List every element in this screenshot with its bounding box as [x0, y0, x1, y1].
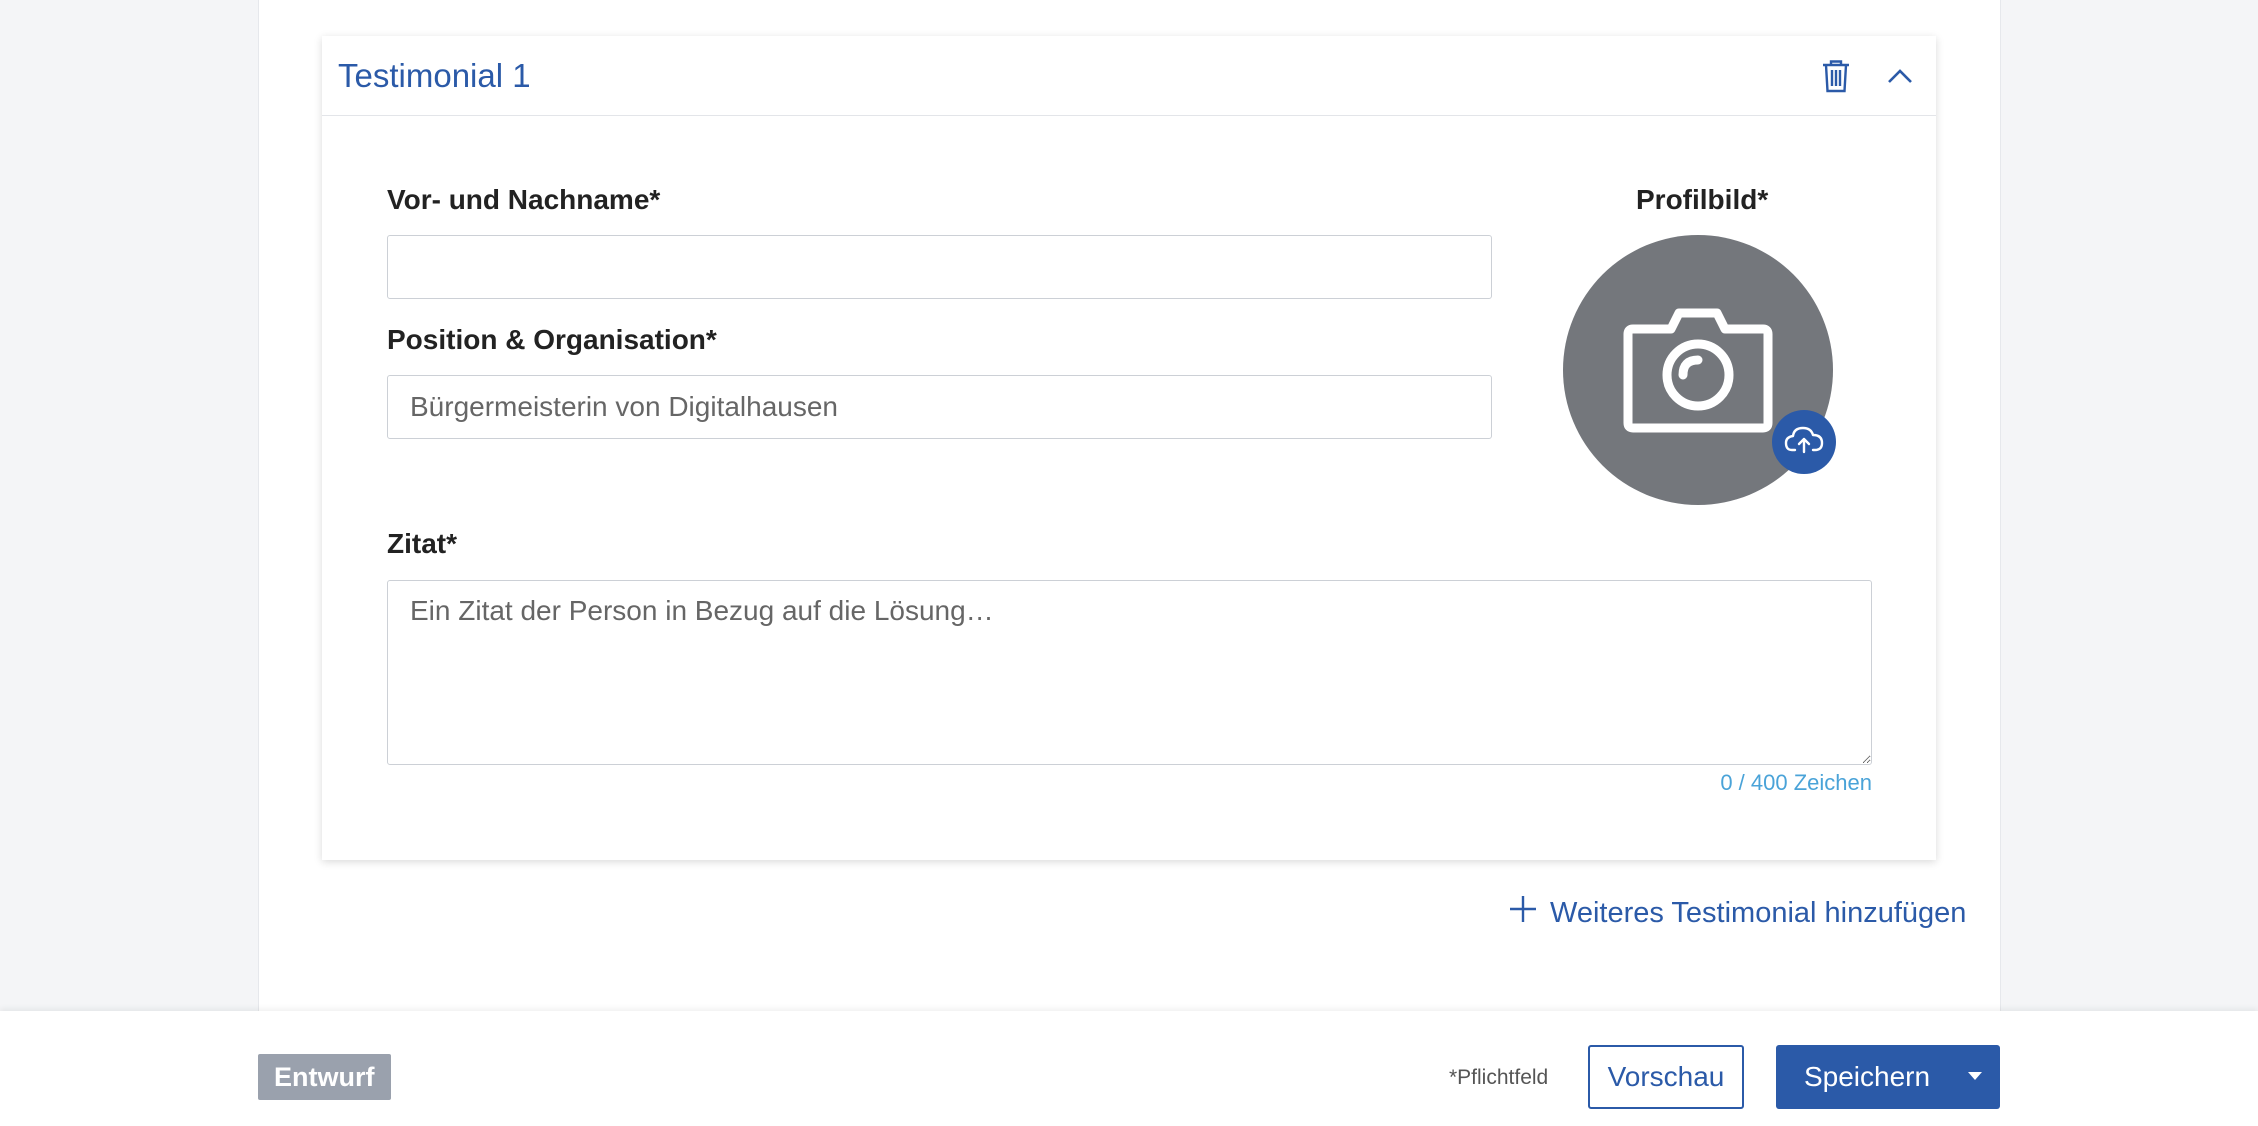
testimonial-card: Testimonial 1 Vor- und Nachname* Positio…: [322, 36, 1936, 860]
profile-picture-label: Profilbild*: [1636, 184, 1769, 215]
add-testimonial-label: Weiteres Testimonial hinzufügen: [1550, 896, 1967, 929]
status-badge: Entwurf: [258, 1054, 391, 1100]
save-options-dropdown[interactable]: [1950, 1045, 2000, 1109]
preview-button[interactable]: Vorschau: [1588, 1045, 1744, 1109]
character-counter: 0 / 400 Zeichen: [1720, 770, 1872, 795]
cloud-upload-icon: [1784, 425, 1824, 460]
testimonial-card-header[interactable]: Testimonial 1: [322, 36, 1936, 116]
camera-icon: [1623, 303, 1773, 438]
upload-picture-button[interactable]: [1772, 410, 1836, 474]
quote-label: Zitat*: [387, 528, 457, 559]
chevron-up-icon[interactable]: [1880, 56, 1920, 96]
required-field-note: *Pflichtfeld: [1449, 1066, 1549, 1089]
card-header-actions: [1816, 56, 1920, 96]
name-input[interactable]: [387, 235, 1492, 299]
quote-textarea[interactable]: [387, 580, 1872, 765]
footer-bar: Entwurf *Pflichtfeld Vorschau Speichern: [0, 1011, 2258, 1126]
position-label: Position & Organisation*: [387, 324, 717, 355]
name-label: Vor- und Nachname*: [387, 184, 661, 215]
trash-icon[interactable]: [1816, 56, 1856, 96]
save-split-button: Speichern: [1776, 1045, 2000, 1109]
testimonial-title: Testimonial 1: [338, 56, 531, 94]
plus-icon: [1508, 894, 1538, 932]
add-testimonial-link[interactable]: Weiteres Testimonial hinzufügen: [1508, 894, 1966, 932]
save-button[interactable]: Speichern: [1776, 1045, 1950, 1109]
caret-down-icon: [1967, 1068, 1983, 1086]
position-input[interactable]: [387, 375, 1492, 439]
